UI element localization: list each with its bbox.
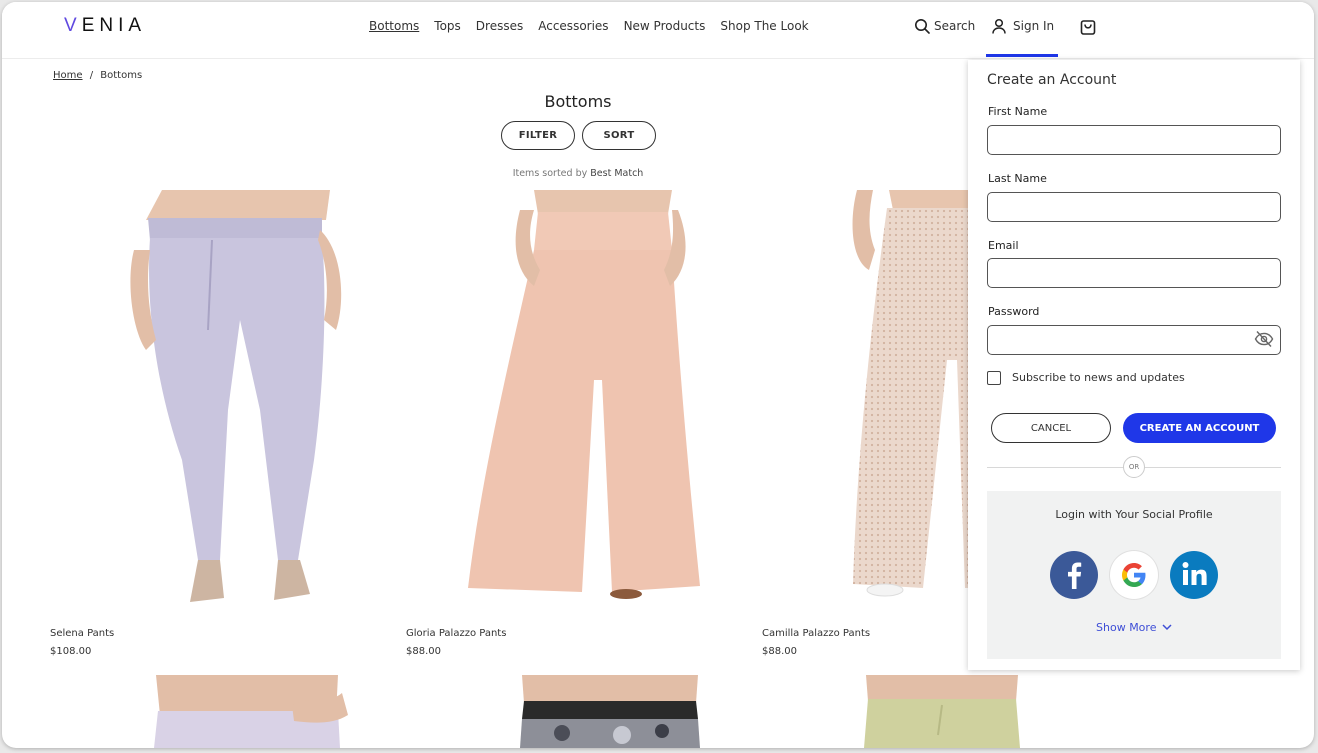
create-account-title: Create an Account: [987, 72, 1117, 88]
product-image[interactable]: [142, 675, 352, 748]
product-name[interactable]: Camilla Palazzo Pants: [762, 628, 870, 639]
product-image[interactable]: [90, 190, 360, 615]
search-label: Search: [934, 19, 976, 33]
sign-in-button[interactable]: Sign In: [991, 18, 1054, 34]
show-more-label: Show More: [1096, 621, 1157, 634]
show-more-link[interactable]: Show More: [987, 621, 1281, 634]
logo-v: V: [64, 15, 82, 36]
search-icon: [915, 19, 930, 34]
main-nav: Bottoms Tops Dresses Accessories New Pro…: [369, 19, 809, 33]
user-icon: [992, 18, 1006, 34]
linkedin-icon: [1182, 562, 1207, 585]
cancel-button[interactable]: CANCEL: [991, 413, 1111, 443]
sort-status-prefix: Items sorted by: [512, 168, 588, 179]
create-account-panel: Create an Account First Name Last Name E…: [968, 60, 1300, 670]
first-name-label: First Name: [988, 105, 1048, 118]
logo[interactable]: VENIA: [64, 15, 146, 37]
product-photo: [468, 190, 700, 599]
password-field[interactable]: [987, 325, 1281, 355]
product-name[interactable]: Gloria Palazzo Pants: [406, 628, 506, 639]
nav-new-products[interactable]: New Products: [624, 19, 706, 33]
chevron-down-icon: [1162, 624, 1172, 631]
breadcrumb-current: Bottoms: [100, 70, 143, 81]
subscribe-checkbox[interactable]: [987, 371, 1001, 385]
site-header: VENIA Bottoms Tops Dresses Accessories N…: [2, 2, 1314, 59]
page-title: Bottoms: [544, 92, 612, 111]
social-login-box: Login with Your Social Profile Show More: [987, 491, 1281, 659]
nav-bottoms[interactable]: Bottoms: [369, 19, 419, 33]
search-button[interactable]: Search: [914, 18, 975, 34]
product-price: $88.00: [406, 646, 441, 657]
last-name-label: Last Name: [988, 172, 1047, 185]
nav-dresses[interactable]: Dresses: [476, 19, 523, 33]
subscribe-label[interactable]: Subscribe to news and updates: [1012, 371, 1185, 384]
email-label: Email: [988, 239, 1019, 252]
sort-button[interactable]: SORT: [582, 121, 656, 150]
linkedin-login-button[interactable]: [1170, 551, 1218, 599]
nav-accessories[interactable]: Accessories: [538, 19, 608, 33]
google-icon: [1122, 563, 1146, 587]
email-field[interactable]: [987, 258, 1281, 288]
toggle-password-visibility-button[interactable]: [1254, 330, 1274, 352]
shopping-bag-icon: [1080, 20, 1096, 35]
product-price: $108.00: [50, 646, 92, 657]
social-login-title: Login with Your Social Profile: [1055, 508, 1213, 521]
filter-button[interactable]: FILTER: [501, 121, 575, 150]
product-price: $88.00: [762, 646, 797, 657]
sign-in-active-indicator: [986, 54, 1058, 57]
product-photo: [520, 675, 700, 748]
or-badge: OR: [1123, 456, 1145, 478]
create-account-button[interactable]: CREATE AN ACCOUNT: [1123, 413, 1276, 443]
nav-tops[interactable]: Tops: [434, 19, 461, 33]
browser-frame: VENIA Bottoms Tops Dresses Accessories N…: [2, 2, 1314, 748]
breadcrumb-separator: /: [89, 70, 94, 81]
breadcrumb: Home / Bottoms: [53, 70, 142, 81]
cart-button[interactable]: [1079, 18, 1097, 40]
product-image[interactable]: [502, 675, 712, 748]
eye-off-icon: [1254, 331, 1274, 347]
product-photo: [130, 190, 342, 602]
password-label: Password: [988, 305, 1040, 318]
product-image[interactable]: [442, 190, 712, 615]
google-login-button[interactable]: [1110, 551, 1158, 599]
sort-status: Items sorted by Best Match: [478, 168, 678, 179]
sign-in-label: Sign In: [1013, 19, 1055, 33]
logo-rest: ENIA: [81, 15, 147, 36]
sort-status-value: Best Match: [590, 168, 644, 179]
facebook-icon: [1068, 562, 1082, 589]
nav-shop-the-look[interactable]: Shop The Look: [720, 19, 808, 33]
product-photo: [864, 675, 1020, 748]
first-name-field[interactable]: [987, 125, 1281, 155]
breadcrumb-home[interactable]: Home: [53, 70, 83, 81]
product-image[interactable]: [852, 675, 1032, 748]
product-photo: [154, 675, 348, 748]
facebook-login-button[interactable]: [1050, 551, 1098, 599]
product-name[interactable]: Selena Pants: [50, 628, 114, 639]
last-name-field[interactable]: [987, 192, 1281, 222]
